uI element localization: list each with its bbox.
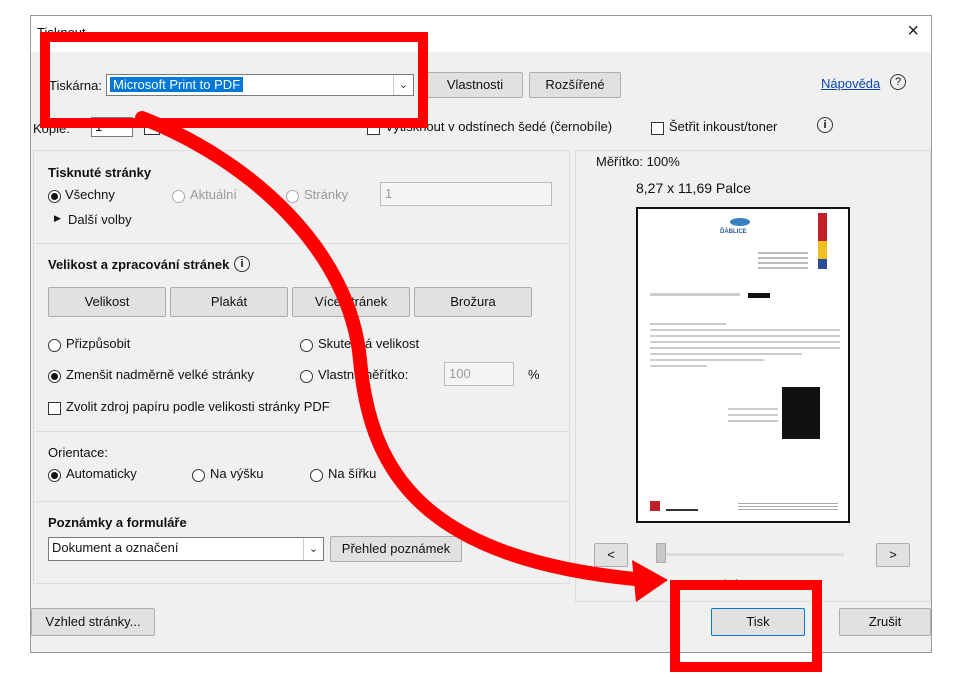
arrow-path bbox=[135, 111, 652, 587]
arrow-head-icon bbox=[632, 560, 668, 602]
annotation-arrow bbox=[135, 111, 668, 602]
